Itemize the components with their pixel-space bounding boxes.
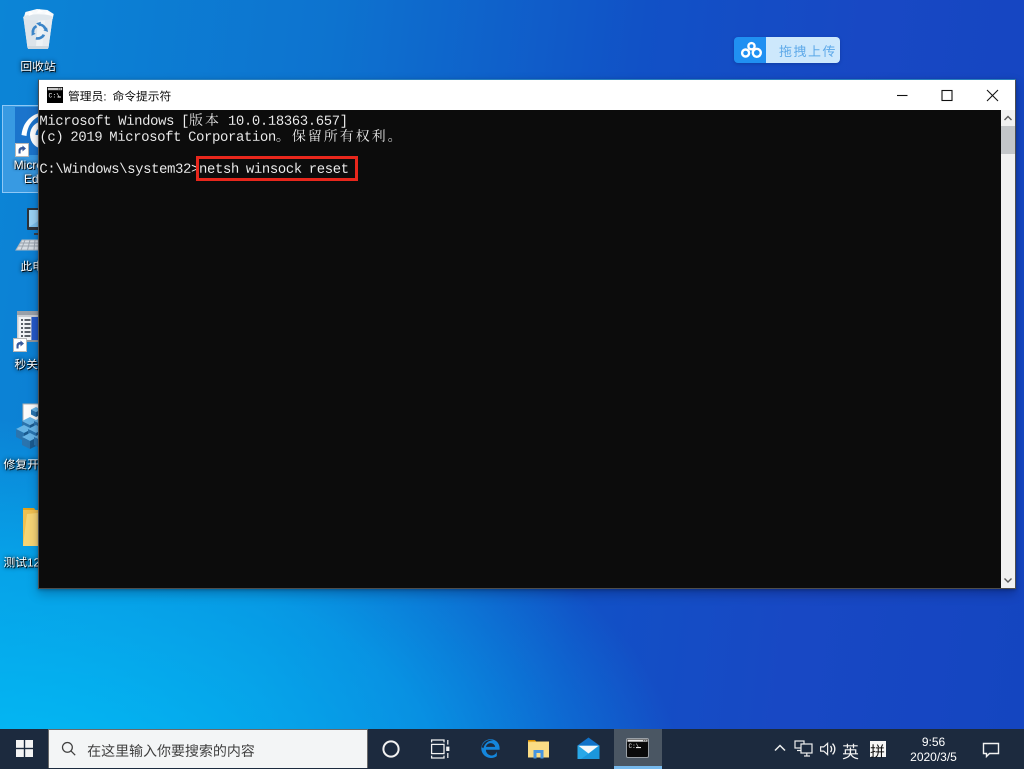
svg-text:C:\: C:\ bbox=[629, 743, 640, 750]
svg-text:C:\: C:\ bbox=[49, 93, 61, 100]
